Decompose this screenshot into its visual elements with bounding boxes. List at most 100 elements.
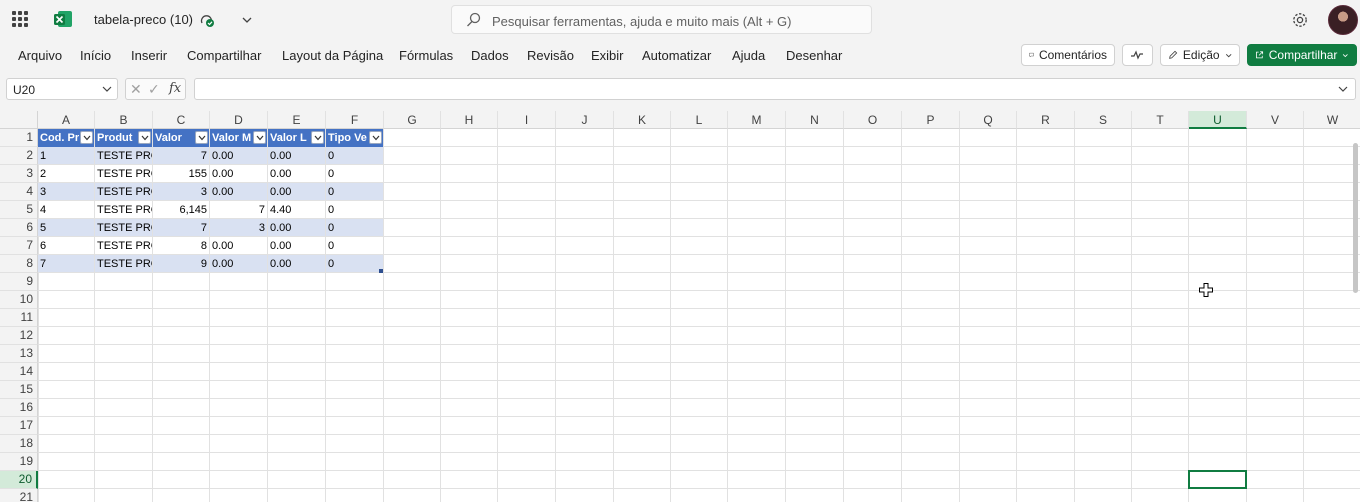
- confirm-icon[interactable]: ✓: [148, 81, 160, 98]
- row-header-19[interactable]: 19: [0, 453, 38, 471]
- table-cell[interactable]: 7: [210, 201, 267, 218]
- column-header-w[interactable]: W: [1304, 111, 1360, 129]
- user-avatar[interactable]: [1328, 5, 1358, 35]
- row-header-11[interactable]: 11: [0, 309, 38, 327]
- column-header-g[interactable]: G: [384, 111, 441, 129]
- row-header-12[interactable]: 12: [0, 327, 38, 345]
- chevron-down-icon[interactable]: [240, 13, 254, 27]
- menu-inicio[interactable]: Início: [80, 48, 111, 63]
- column-header-j[interactable]: J: [556, 111, 614, 129]
- table-cell[interactable]: 0: [326, 183, 383, 200]
- table-cell[interactable]: 0: [326, 201, 383, 218]
- table-cell[interactable]: 0.00: [268, 219, 325, 236]
- table-cell[interactable]: 0.00: [210, 237, 267, 254]
- row-header-18[interactable]: 18: [0, 435, 38, 453]
- search-box[interactable]: Pesquisar ferramentas, ajuda e muito mai…: [451, 5, 872, 34]
- filter-dropdown-button[interactable]: [311, 131, 324, 144]
- saved-status-icon[interactable]: [199, 12, 215, 28]
- row-header-2[interactable]: 2: [0, 147, 38, 165]
- table-cell[interactable]: 2: [38, 165, 94, 182]
- column-header-n[interactable]: N: [786, 111, 844, 129]
- row-header-15[interactable]: 15: [0, 381, 38, 399]
- table-cell[interactable]: TESTE PRC: [95, 165, 152, 182]
- table-cell[interactable]: TESTE PRC: [95, 147, 152, 164]
- menu-formulas[interactable]: Fórmulas: [399, 48, 453, 63]
- menu-layout-da-pagina[interactable]: Layout da Página: [282, 48, 383, 63]
- row-header-4[interactable]: 4: [0, 183, 38, 201]
- table-resize-handle[interactable]: [379, 269, 383, 273]
- table-cell[interactable]: 7: [153, 147, 209, 164]
- table-cell[interactable]: 0.00: [268, 165, 325, 182]
- table-cell[interactable]: TESTE PRC: [95, 219, 152, 236]
- filter-dropdown-button[interactable]: [195, 131, 208, 144]
- table-cell[interactable]: TESTE PRC: [95, 255, 152, 272]
- chevron-down-icon[interactable]: [1337, 83, 1349, 95]
- row-header-16[interactable]: 16: [0, 399, 38, 417]
- spreadsheet-grid[interactable]: A B C D E F G H I J K L M N O P Q R S T U V W 1 2 3 4 5 6 7 8 9 10 11 12 13…: [0, 111, 1360, 502]
- settings-gear-icon[interactable]: [1291, 11, 1309, 29]
- column-header-i[interactable]: I: [498, 111, 556, 129]
- row-header-5[interactable]: 5: [0, 201, 38, 219]
- menu-compartilhar[interactable]: Compartilhar: [187, 48, 261, 63]
- menu-inserir[interactable]: Inserir: [131, 48, 167, 63]
- row-header-14[interactable]: 14: [0, 363, 38, 381]
- table-cell[interactable]: 5: [38, 219, 94, 236]
- formula-input[interactable]: [194, 78, 1356, 100]
- table-cell[interactable]: 0.00: [268, 237, 325, 254]
- table-cell[interactable]: TESTE PRC: [95, 237, 152, 254]
- cancel-icon[interactable]: ✕: [130, 81, 142, 98]
- column-header-q[interactable]: Q: [960, 111, 1017, 129]
- table-cell[interactable]: 0.00: [268, 147, 325, 164]
- comments-button[interactable]: Comentários: [1021, 44, 1115, 66]
- column-header-c[interactable]: C: [153, 111, 210, 129]
- table-cell[interactable]: 0: [326, 237, 383, 254]
- table-cell[interactable]: 4: [38, 201, 94, 218]
- row-header-7[interactable]: 7: [0, 237, 38, 255]
- editing-mode-button[interactable]: Edição: [1160, 44, 1240, 66]
- menu-arquivo[interactable]: Arquivo: [18, 48, 62, 63]
- table-cell[interactable]: 4.40: [268, 201, 325, 218]
- activity-button[interactable]: [1122, 44, 1153, 66]
- filter-dropdown-button[interactable]: [253, 131, 266, 144]
- row-header-1[interactable]: 1: [0, 129, 38, 147]
- name-box[interactable]: U20: [6, 78, 118, 100]
- table-cell[interactable]: 1: [38, 147, 94, 164]
- filter-dropdown-button[interactable]: [138, 131, 151, 144]
- column-header-d[interactable]: D: [210, 111, 268, 129]
- filter-dropdown-button[interactable]: [369, 131, 382, 144]
- row-header-17[interactable]: 17: [0, 417, 38, 435]
- table-cell[interactable]: 8: [153, 237, 209, 254]
- table-cell[interactable]: 3: [153, 183, 209, 200]
- table-cell[interactable]: 0.00: [268, 255, 325, 272]
- column-header-r[interactable]: R: [1017, 111, 1075, 129]
- table-cell[interactable]: TESTE PRC: [95, 183, 152, 200]
- row-header-20[interactable]: 20: [0, 471, 38, 489]
- column-header-v[interactable]: V: [1247, 111, 1304, 129]
- row-header-3[interactable]: 3: [0, 165, 38, 183]
- row-header-10[interactable]: 10: [0, 291, 38, 309]
- table-cell[interactable]: 7: [38, 255, 94, 272]
- menu-ajuda[interactable]: Ajuda: [732, 48, 765, 63]
- column-header-t[interactable]: T: [1132, 111, 1189, 129]
- table-cell[interactable]: 0: [326, 165, 383, 182]
- column-header-b[interactable]: B: [95, 111, 153, 129]
- row-header-9[interactable]: 9: [0, 273, 38, 291]
- table-cell[interactable]: 3: [38, 183, 94, 200]
- menu-desenhar[interactable]: Desenhar: [786, 48, 842, 63]
- chevron-down-icon[interactable]: [101, 83, 113, 95]
- table-cell[interactable]: 0.00: [268, 183, 325, 200]
- vertical-scrollbar[interactable]: [1353, 143, 1358, 293]
- column-header-m[interactable]: M: [728, 111, 786, 129]
- insert-function-icon[interactable]: fx: [169, 81, 181, 96]
- column-header-s[interactable]: S: [1075, 111, 1132, 129]
- table-cell[interactable]: 6,145: [153, 201, 209, 218]
- row-header-8[interactable]: 8: [0, 255, 38, 273]
- column-header-l[interactable]: L: [671, 111, 728, 129]
- app-launcher-icon[interactable]: [12, 11, 28, 27]
- column-header-a[interactable]: A: [38, 111, 95, 129]
- row-header-21[interactable]: 21: [0, 489, 38, 502]
- row-header-13[interactable]: 13: [0, 345, 38, 363]
- table-cell[interactable]: 0: [326, 219, 383, 236]
- table-cell[interactable]: 9: [153, 255, 209, 272]
- menu-dados[interactable]: Dados: [471, 48, 509, 63]
